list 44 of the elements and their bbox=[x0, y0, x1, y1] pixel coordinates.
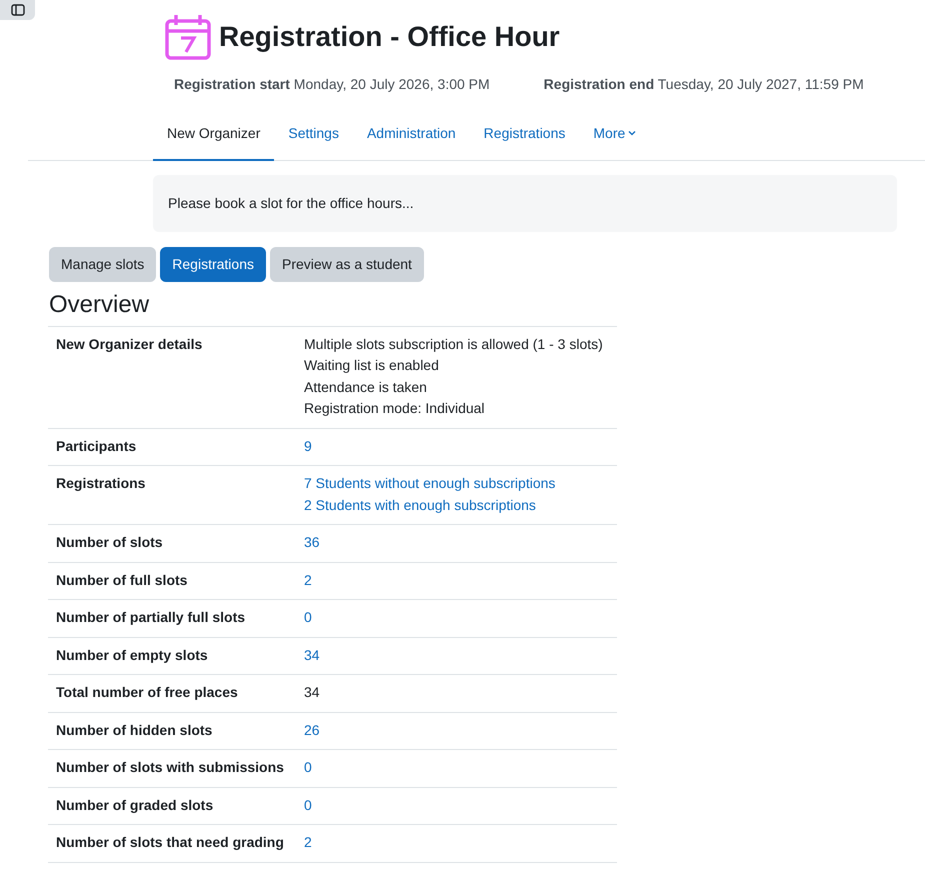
nav-tab[interactable]: Settings bbox=[274, 113, 353, 161]
panel-icon bbox=[10, 4, 24, 16]
nav-tab[interactable]: Administration bbox=[352, 113, 470, 161]
value-link[interactable]: 36 bbox=[304, 534, 320, 550]
value-link[interactable]: 9 bbox=[304, 438, 312, 454]
row-label: Number of slots bbox=[48, 524, 296, 562]
row-label: Total number of free places bbox=[48, 674, 296, 712]
value-link[interactable]: 2 bbox=[304, 572, 312, 588]
intro-box: Please book a slot for the office hours... bbox=[153, 175, 897, 232]
view-button[interactable]: Registrations bbox=[160, 247, 266, 282]
view-button[interactable]: Preview as a student bbox=[270, 247, 424, 282]
row-label: Number of slots with submissions bbox=[48, 750, 296, 788]
row-label: Number of empty slots bbox=[48, 637, 296, 675]
row-label: Number of partially full slots bbox=[48, 600, 296, 638]
row-label: Number of graded slots bbox=[48, 787, 296, 825]
row-label: New Organizer details bbox=[48, 326, 296, 428]
row-label: Number of full slots bbox=[48, 562, 296, 600]
nav-tab[interactable]: Registrations bbox=[470, 113, 580, 161]
value-link[interactable]: 0 bbox=[304, 609, 312, 626]
value-text: Attendance is taken bbox=[304, 378, 427, 395]
date-info: Registration end Tuesday, 20 July 2027, 11:59 PM bbox=[544, 75, 864, 94]
date-info: Registration start Monday, 20 July 2026, 3:00 PM bbox=[174, 75, 490, 94]
value-link[interactable]: 26 bbox=[304, 722, 320, 738]
row-label: Number of slots that need grading bbox=[48, 824, 296, 862]
row-label: Registrations bbox=[48, 466, 296, 525]
calendar-icon bbox=[165, 14, 211, 60]
section-heading: Overview bbox=[49, 291, 150, 320]
value-text: Registration mode: Individual bbox=[304, 400, 485, 416]
value-link[interactable]: 7 Students without enough subscriptions bbox=[304, 475, 556, 492]
value-text: 34 bbox=[304, 684, 320, 700]
nav-tab[interactable]: More bbox=[579, 113, 650, 161]
nav-tab[interactable]: New Organizer bbox=[153, 113, 274, 161]
value-link[interactable]: 2 bbox=[304, 834, 312, 850]
value-link[interactable]: 0 bbox=[304, 796, 312, 813]
value-link[interactable]: 0 bbox=[304, 759, 312, 776]
page-title: Registration - Office Hour bbox=[219, 20, 560, 54]
row-label: Participants bbox=[48, 428, 296, 466]
view-button[interactable]: Manage slots bbox=[49, 247, 156, 282]
value-link[interactable]: 2 Students with enough subscriptions bbox=[304, 496, 536, 513]
value-link[interactable]: 34 bbox=[304, 646, 320, 663]
value-text: Waiting list is enabled bbox=[304, 357, 439, 374]
row-label: Number of hidden slots bbox=[48, 712, 296, 750]
value-text: Multiple slots subscription is allowed (1 - 3 slots) bbox=[304, 336, 603, 352]
caret-icon bbox=[628, 130, 636, 136]
